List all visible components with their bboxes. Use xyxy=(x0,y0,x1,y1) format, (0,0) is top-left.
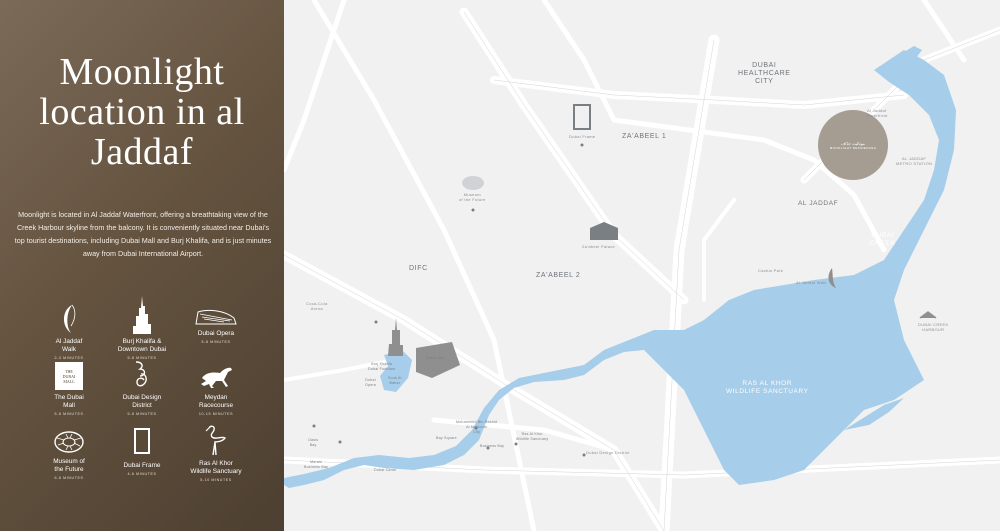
map-canvas xyxy=(284,0,1000,531)
label-mbr-city: Mohammed Bin Rashid Al Maktoum City xyxy=(456,420,498,434)
d3-icon xyxy=(135,361,147,387)
amenity-time: 6-8 MINUTES xyxy=(54,476,84,480)
museum-future-marker xyxy=(462,176,484,190)
label-oasis: Oasis Bay xyxy=(308,438,319,447)
marker-english: MOONLIGHT RESIDENCES xyxy=(829,145,877,150)
label-creek-harbour: DUBAI CREEK HARBOUR xyxy=(918,322,949,332)
label-museum: Museum of the Future xyxy=(459,192,486,202)
flamingo-icon xyxy=(205,425,227,456)
label-cactus-park: Cactus Park xyxy=(758,268,784,273)
page-title: Moonlight location in al Jaddaf xyxy=(39,51,245,173)
label-jaddaf-walk: Al Jaddaf Walk xyxy=(796,280,827,285)
amenity-time: 10-15 MINUTES xyxy=(198,412,234,416)
amenity-name: Ras Al Khor Wildlife Sanctuary xyxy=(190,460,242,475)
label-zaabeel-2: ZA'ABEEL 2 xyxy=(536,272,581,279)
dubai-frame-icon xyxy=(134,428,150,454)
label-bay-square: Bay Square xyxy=(436,436,457,440)
amenity-ras-al-khor: Ras Al Khor Wildlife Sanctuary 5-10 MINU… xyxy=(171,424,261,482)
label-burj-khalifa: Burj Khalifa Dubai Fountain xyxy=(368,362,396,371)
horse-icon xyxy=(201,367,232,388)
dubai-mall-icon: THE DUBAI MALL xyxy=(55,362,83,390)
label-marasi: Marasi Business Bay xyxy=(304,460,329,469)
label-zaabeel-1: ZA'ABEEL 1 xyxy=(622,133,667,140)
label-design-district: Dubai Design District xyxy=(586,450,630,455)
museum-future-icon xyxy=(54,431,84,453)
location-map[interactable]: موناليت جدّاف MOONLIGHT RESIDENCES DUBAI… xyxy=(284,0,1000,531)
label-coca-cola-arena: Coca-Cola Arena xyxy=(306,301,328,311)
dubai-opera-icon xyxy=(195,309,237,325)
amenity-dubai-opera: Dubai Opera 5-8 MINUTES xyxy=(171,300,261,344)
label-ras-al-khor: RAS AL KHOR WILDLIFE SANCTUARY xyxy=(726,380,809,395)
crescent-moon-icon xyxy=(63,304,76,333)
label-dubai-mall: Dubai Mall xyxy=(426,356,445,360)
amenity-time: 5-8 MINUTES xyxy=(201,340,231,344)
label-business-bay: Business Bay xyxy=(480,444,505,448)
burj-khalifa-icon xyxy=(133,296,151,334)
label-metro: AL JADDAF METRO STATION xyxy=(896,156,933,166)
amenity-name: Meydan Racecourse xyxy=(198,394,234,409)
label-canal: Dubai Canal xyxy=(374,468,396,472)
label-dubai-opera: Dubai Opera xyxy=(365,378,376,387)
label-souk: Souk Al Bahar xyxy=(388,376,402,385)
label-healthcare-city: DUBAI HEALTHCARE CITY xyxy=(738,62,791,85)
amenity-name: Dubai Opera xyxy=(197,330,235,337)
label-dubai-frame: Dubai Frame xyxy=(569,134,596,139)
amenity-time: 5-10 MINUTES xyxy=(200,478,232,482)
label-waterfront: Al Jaddaf Waterfront xyxy=(866,108,888,118)
moonlight-location-marker[interactable]: موناليت جدّاف MOONLIGHT RESIDENCES xyxy=(818,110,888,180)
label-palace: Za'abeel Palace xyxy=(582,244,616,249)
amenity-meydan-racecourse: Meydan Racecourse 10-15 MINUTES xyxy=(171,360,261,416)
brochure-panel: Moonlight location in al Jaddaf Moonligh… xyxy=(0,0,284,531)
location-description: Moonlight is located in Al Jaddaf Waterf… xyxy=(14,210,272,258)
label-difc: DIFC xyxy=(409,265,428,272)
label-al-jaddaf: AL JADDAF xyxy=(798,200,839,207)
label-ras-al-khor-road: Ras Al Khor Wildlife Sanctuary xyxy=(516,432,549,441)
label-dubai-creek: DUBAI CREEK xyxy=(870,232,896,247)
